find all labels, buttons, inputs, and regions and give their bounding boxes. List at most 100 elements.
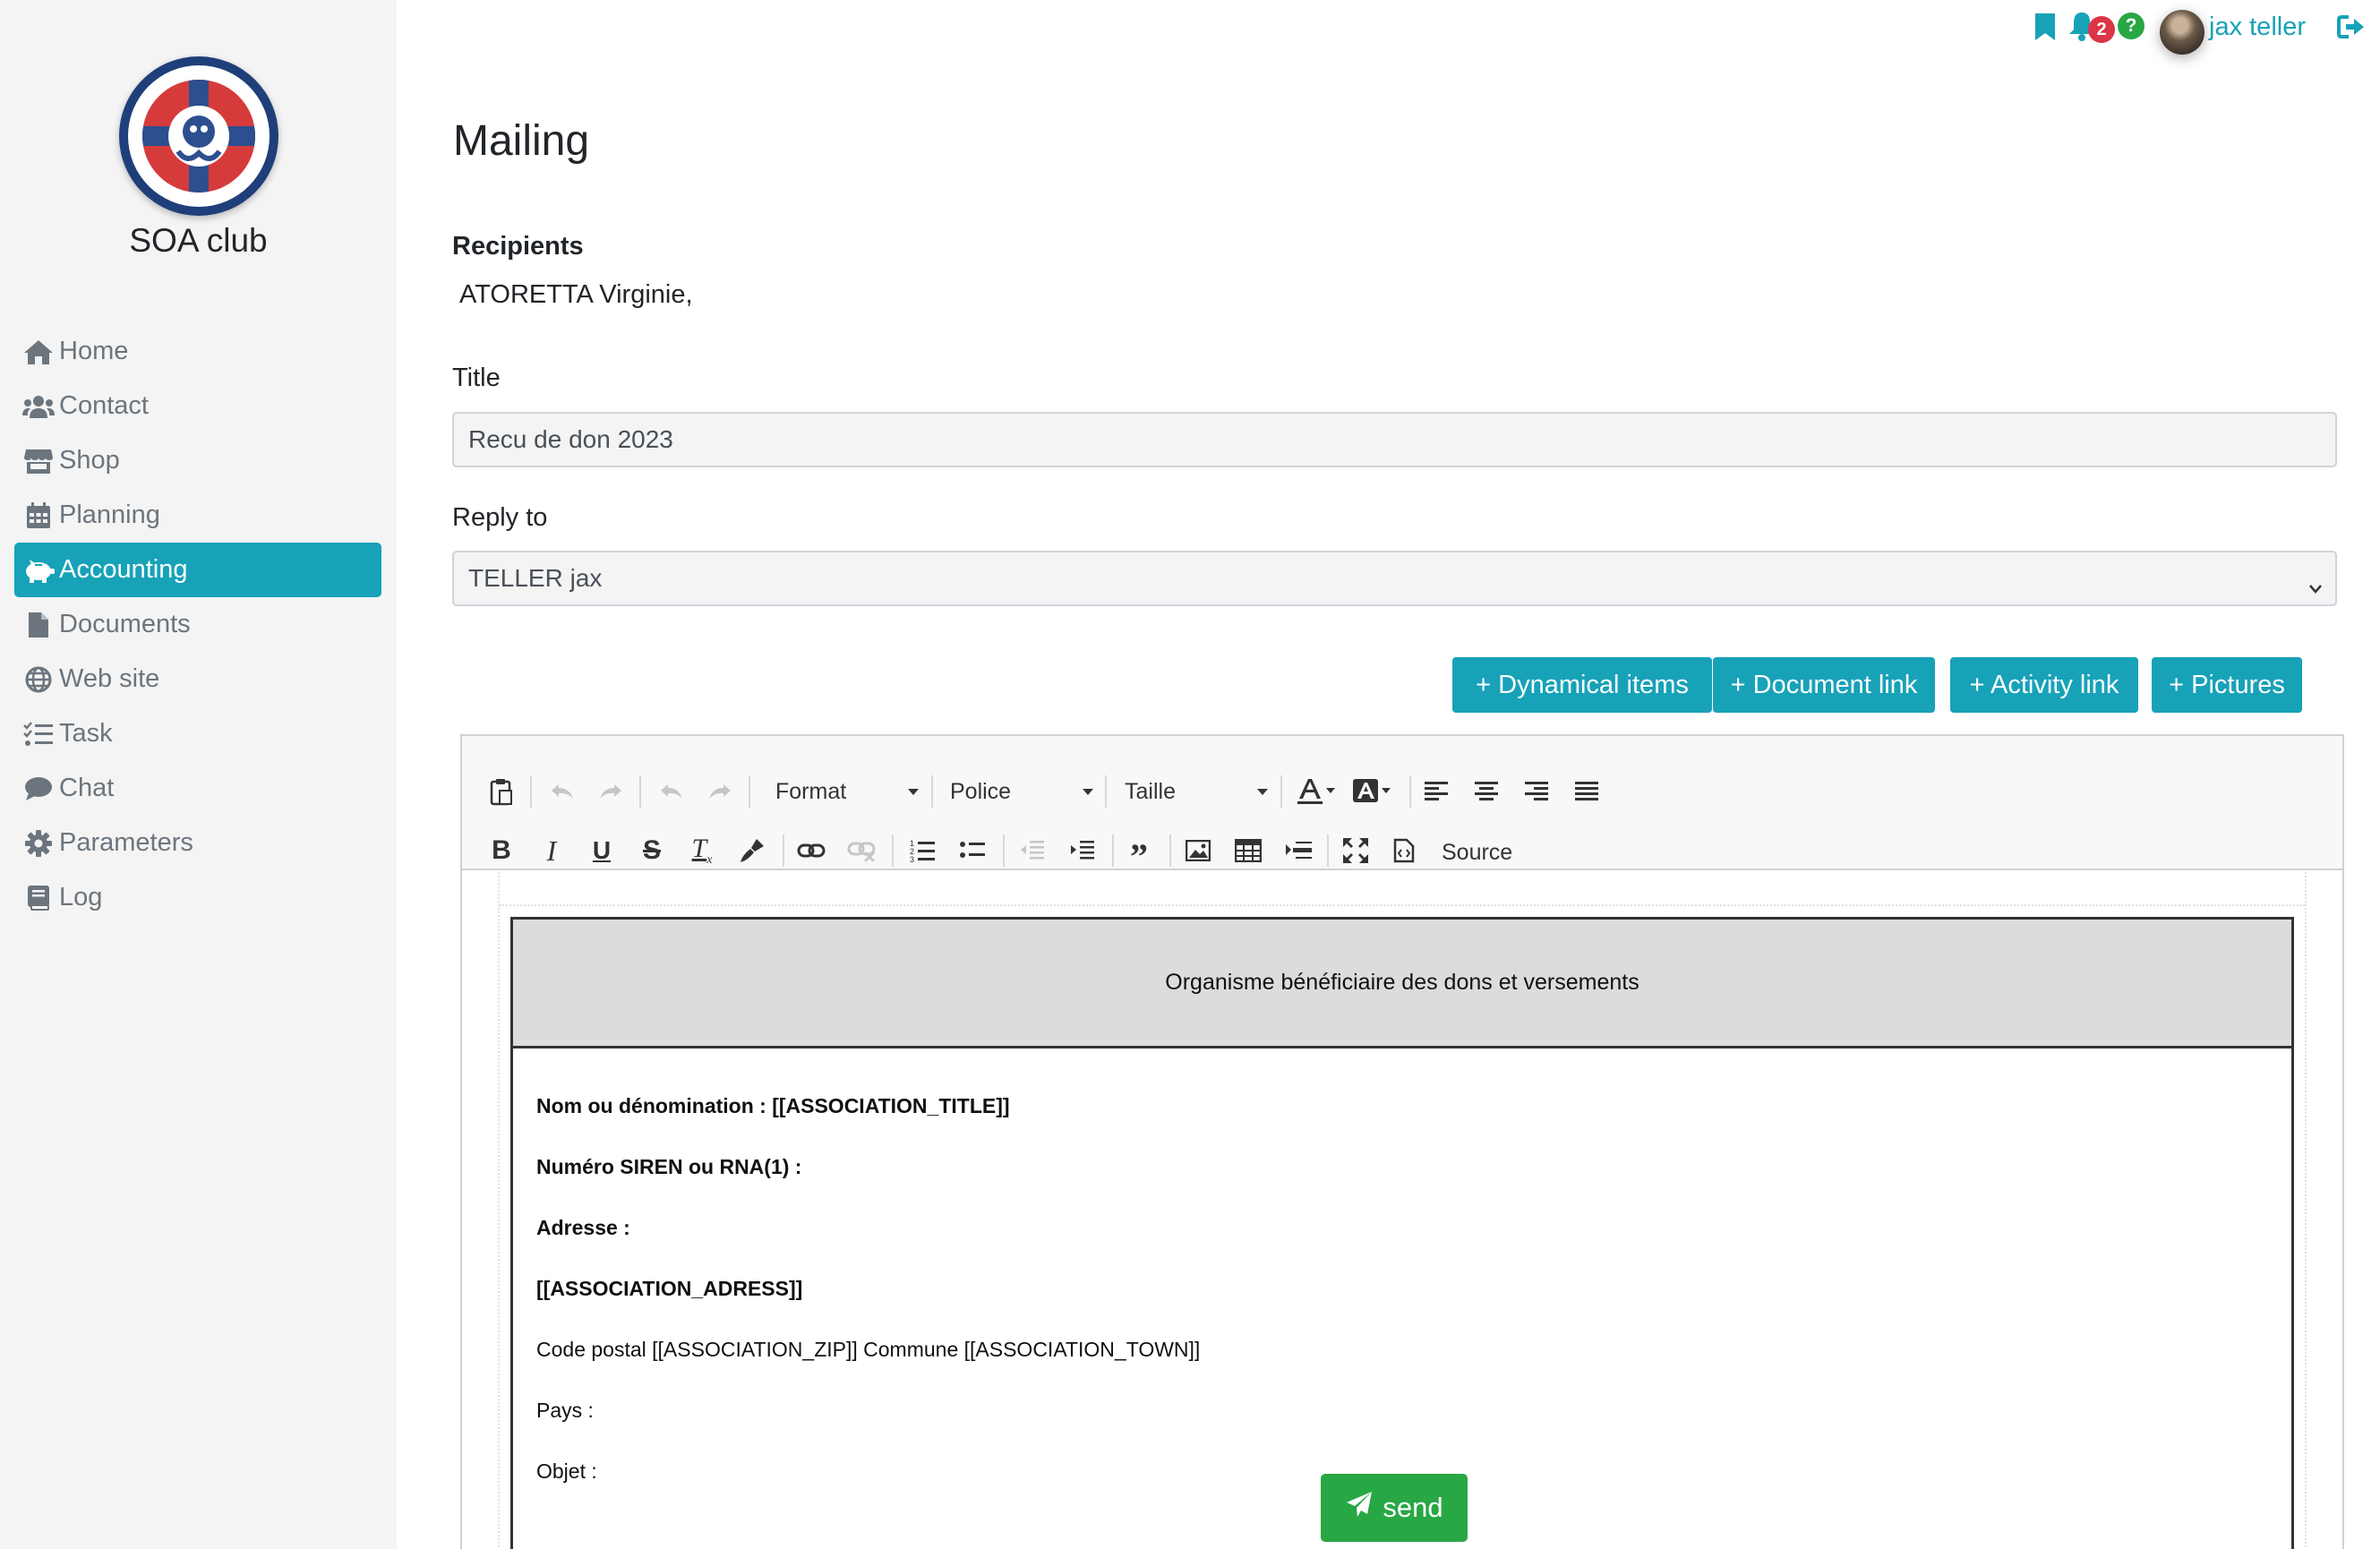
sidebar-item-label: Planning — [59, 501, 160, 529]
sidebar-item-task[interactable]: Task — [14, 706, 381, 761]
horizontal-line-icon[interactable] — [1279, 831, 1318, 870]
title-label: Title — [452, 364, 501, 392]
numbered-list-icon[interactable]: 123 — [903, 831, 942, 870]
sidebar-item-home[interactable]: Home — [14, 324, 381, 379]
unlink-icon[interactable] — [842, 831, 881, 870]
sidebar-nav: Home Contact Shop Planning Accounting Do… — [14, 324, 381, 925]
store-icon — [21, 448, 56, 475]
copy-format-icon[interactable] — [732, 831, 772, 870]
indent-icon[interactable] — [1062, 831, 1101, 870]
toolbar-separator — [1105, 775, 1107, 808]
sidebar-item-label: Parameters — [59, 828, 193, 857]
avatar[interactable] — [2160, 10, 2204, 55]
document-line: Numéro SIREN ou RNA(1) : — [536, 1155, 802, 1178]
align-right-icon[interactable] — [1517, 772, 1556, 811]
toolbar-separator — [931, 775, 933, 808]
paste-icon[interactable] — [482, 772, 521, 811]
format-dropdown[interactable]: Format — [775, 772, 919, 811]
sidebar-item-label: Chat — [59, 774, 115, 802]
send-button[interactable]: send — [1321, 1474, 1468, 1542]
document-line: Code postal [[ASSOCIATION_ZIP]] Commune … — [536, 1338, 1201, 1361]
background-color-icon[interactable] — [1348, 772, 1399, 811]
toolbar-separator — [1409, 775, 1411, 808]
document-header-cell: Organisme bénéficiaire des dons et verse… — [513, 920, 2291, 1048]
source-icon[interactable] — [1384, 831, 1424, 870]
file-icon — [21, 612, 56, 638]
redo-icon[interactable] — [700, 772, 740, 811]
remove-format-icon[interactable]: Tx — [682, 831, 722, 870]
dynamical-items-button[interactable]: + Dynamical items — [1452, 657, 1712, 713]
reply-to-value: TELLER jax — [468, 564, 603, 592]
format-dropdown-label: Format — [775, 778, 847, 804]
club-logo[interactable] — [119, 56, 278, 216]
align-center-icon[interactable] — [1467, 772, 1506, 811]
strikethrough-icon[interactable]: S — [632, 831, 672, 870]
blockquote-icon[interactable]: ” — [1119, 831, 1159, 875]
notification-badge: 2 — [2088, 16, 2115, 43]
italic-icon[interactable]: I — [532, 831, 571, 870]
link-icon[interactable] — [792, 831, 831, 870]
title-input[interactable]: Recu de don 2023 — [452, 412, 2337, 467]
sidebar-item-contact[interactable]: Contact — [14, 379, 381, 433]
document-table: Organisme bénéficiaire des dons et verse… — [510, 917, 2294, 1549]
align-left-icon[interactable] — [1417, 772, 1456, 811]
gear-icon — [21, 829, 56, 857]
maximize-icon[interactable] — [1336, 831, 1375, 870]
user-name[interactable]: jax teller — [2209, 13, 2306, 42]
toolbar-separator — [892, 834, 894, 867]
editor-content[interactable]: Organisme bénéficiaire des dons et verse… — [498, 872, 2307, 1549]
bookmark-icon[interactable] — [2034, 13, 2056, 46]
align-justify-icon[interactable] — [1567, 772, 1606, 811]
page-title: Mailing — [453, 117, 590, 165]
sidebar-item-planning[interactable]: Planning — [14, 488, 381, 543]
sidebar-item-shop[interactable]: Shop — [14, 433, 381, 488]
sidebar-item-label: Accounting — [59, 555, 188, 584]
editor-top-guide — [500, 904, 2305, 906]
rich-text-editor: Format Police Taille B I U S Tx 1 2 3 ” … — [460, 734, 2344, 1549]
globe-icon — [21, 666, 56, 693]
redo-icon[interactable] — [591, 772, 630, 811]
sidebar-item-parameters[interactable]: Parameters — [14, 816, 381, 870]
title-input-value: Recu de don 2023 — [468, 425, 673, 453]
caret-down-icon — [908, 789, 919, 795]
book-icon — [21, 885, 56, 911]
table-icon[interactable] — [1229, 831, 1268, 870]
document-line: Pays : — [536, 1399, 594, 1422]
undo-icon[interactable] — [652, 772, 691, 811]
sidebar-item-label: Task — [59, 719, 113, 748]
send-button-label: send — [1383, 1492, 1443, 1523]
source-button-label[interactable]: Source — [1442, 840, 1512, 866]
paper-plane-icon — [1345, 1490, 1374, 1526]
bold-icon[interactable]: B — [482, 831, 521, 870]
logout-icon[interactable] — [2337, 14, 2366, 44]
sidebar-item-documents[interactable]: Documents — [14, 597, 381, 652]
help-badge[interactable]: ? — [2118, 13, 2145, 39]
pictures-button[interactable]: + Pictures — [2152, 657, 2302, 713]
toolbar-separator — [1169, 834, 1171, 867]
outdent-icon[interactable] — [1012, 831, 1051, 870]
sidebar-item-chat[interactable]: Chat — [14, 761, 381, 816]
toolbar-separator — [1003, 834, 1005, 867]
sidebar-item-log[interactable]: Log — [14, 870, 381, 925]
undo-icon[interactable] — [543, 772, 582, 811]
font-dropdown[interactable]: Police — [950, 772, 1093, 811]
sidebar-item-accounting[interactable]: Accounting — [14, 543, 381, 597]
sidebar-item-web-site[interactable]: Web site — [14, 652, 381, 706]
underline-icon[interactable]: U — [582, 831, 621, 870]
sidebar-item-label: Documents — [59, 610, 191, 638]
svg-text:3: 3 — [910, 855, 914, 863]
font-dropdown-label: Police — [950, 778, 1012, 804]
reply-to-select[interactable]: TELLER jax — [452, 551, 2337, 606]
size-dropdown[interactable]: Taille — [1125, 772, 1268, 811]
text-color-icon[interactable] — [1293, 772, 1343, 811]
editor-toolbar: Format Police Taille B I U S Tx 1 2 3 ” … — [462, 736, 2342, 875]
image-icon[interactable] — [1178, 831, 1218, 870]
sidebar-item-label: Shop — [59, 446, 120, 475]
piggy-bank-icon — [21, 557, 56, 584]
calendar-icon — [21, 501, 56, 529]
activity-link-button[interactable]: + Activity link — [1950, 657, 2138, 713]
sidebar-item-label: Web site — [59, 664, 160, 693]
document-link-button[interactable]: + Document link — [1713, 657, 1935, 713]
comment-icon — [21, 775, 56, 802]
bulleted-list-icon[interactable] — [953, 831, 992, 870]
